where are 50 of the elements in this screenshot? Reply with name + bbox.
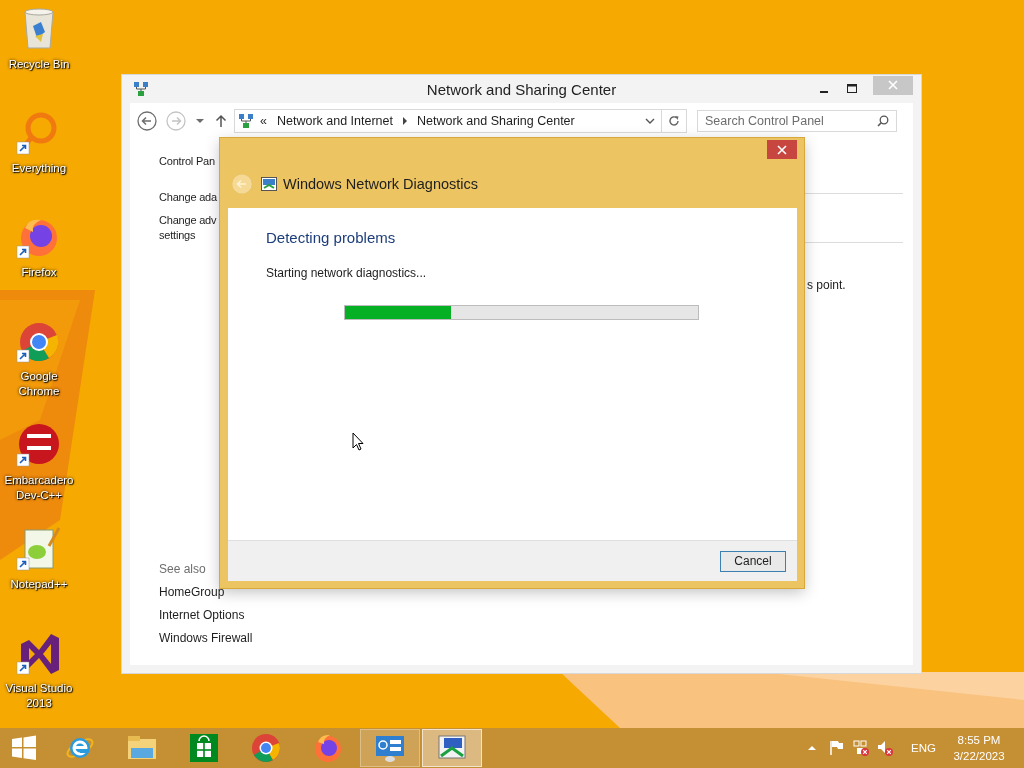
speaker-icon[interactable]: [876, 739, 895, 757]
store-icon: [188, 732, 220, 764]
pointer-icon: [352, 432, 364, 451]
close-icon: [888, 80, 898, 90]
icon-label: Everything: [10, 161, 68, 176]
taskbar-button[interactable]: [422, 729, 482, 767]
dialog-heading: Detecting problems: [266, 229, 397, 247]
back-icon[interactable]: [137, 111, 157, 131]
window-title: Network and Sharing Center: [426, 80, 617, 98]
sidebar-link[interactable]: Change ada: [159, 190, 217, 205]
dialog-title: Windows Network Diagnostics: [283, 176, 478, 192]
notepad-icon[interactable]: [15, 526, 63, 574]
status-text: Starting network diagnostics...: [266, 266, 428, 280]
refresh-icon: [668, 115, 680, 127]
section-heading: See also: [159, 562, 207, 577]
see-also-link[interactable]: Internet Options: [159, 608, 253, 623]
taskbar-button[interactable]: [360, 729, 420, 767]
separator-arrow-icon[interactable]: [402, 117, 408, 125]
windows-logo-icon: [10, 734, 38, 762]
network-icon: [133, 81, 149, 97]
icon-label: Firefox: [20, 265, 58, 280]
icon-label: Google Chrome: [17, 369, 61, 399]
icon-label: Visual Studio 2013: [4, 681, 74, 711]
close-icon: [777, 144, 787, 155]
cancel-button[interactable]: Cancel: [720, 550, 786, 572]
overflow-chevron[interactable]: «: [260, 114, 267, 128]
up-arrow-icon[interactable]: [215, 114, 227, 128]
see-also-link[interactable]: Windows Firewall: [159, 631, 253, 646]
icon-label: Recycle Bin: [7, 57, 71, 72]
refresh-button[interactable]: [662, 109, 687, 133]
firefox-icon: [312, 732, 344, 764]
icon-label: Notepad++: [9, 577, 69, 592]
breadcrumb[interactable]: Network and Sharing Center: [417, 114, 575, 128]
network-icon[interactable]: [852, 739, 871, 757]
network-icon: [238, 113, 254, 129]
diagnostics-icon: [261, 177, 277, 191]
search-icon[interactable]: [877, 115, 889, 127]
dropdown-icon[interactable]: [195, 116, 205, 126]
sidebar-link[interactable]: Change adv settings: [159, 213, 217, 243]
icon-label: Embarcadero Dev-C++: [3, 473, 75, 503]
chrome-icon: [250, 732, 282, 764]
address-bar[interactable]: « Network and Internet Network and Sharing Center: [234, 109, 662, 133]
chevron-down-icon[interactable]: [645, 117, 655, 125]
see-also-link[interactable]: HomeGroup: [159, 585, 253, 600]
breadcrumb[interactable]: Network and Internet: [276, 114, 393, 128]
body-text: s point.: [807, 278, 847, 292]
sidebar-link[interactable]: Control Pan: [159, 154, 215, 169]
maximize-icon[interactable]: [845, 82, 859, 96]
close-button[interactable]: [767, 140, 797, 159]
search-field[interactable]: Search Control Panel: [697, 110, 897, 132]
